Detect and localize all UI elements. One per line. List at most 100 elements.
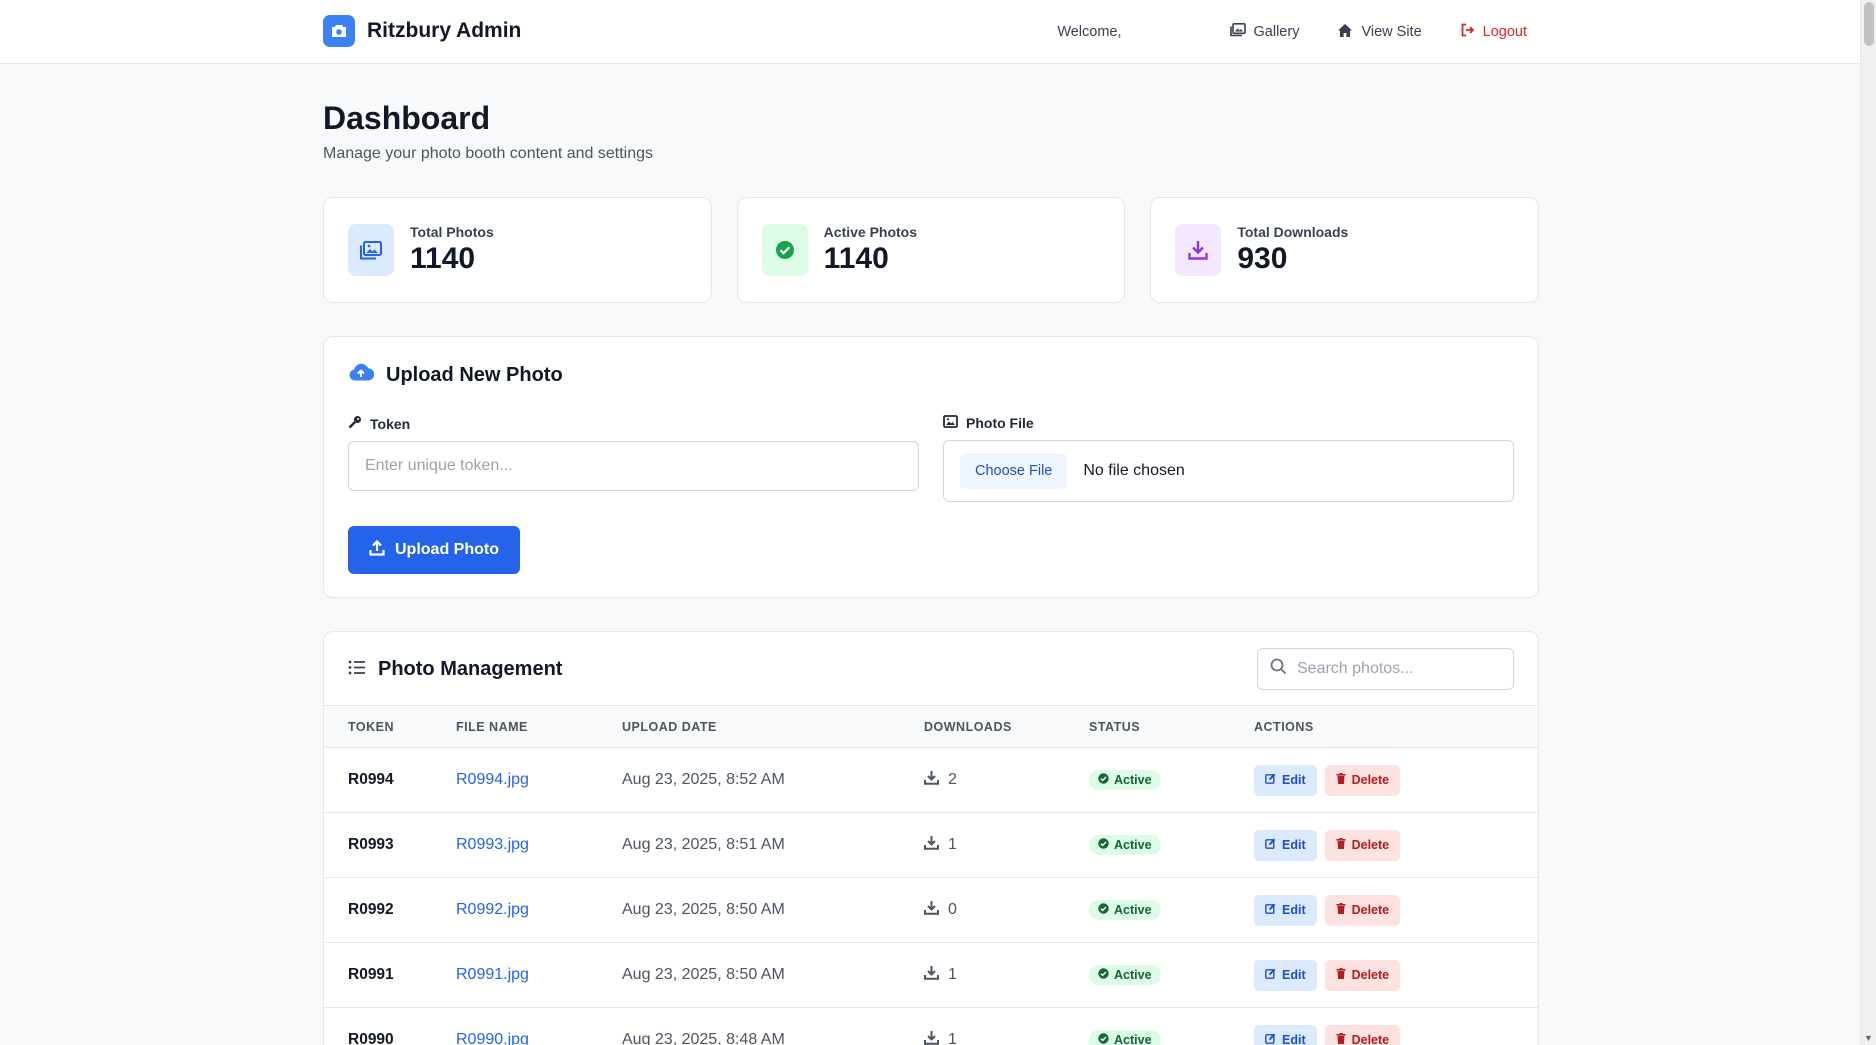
download-icon xyxy=(924,770,939,790)
upload-photo-button-label: Upload Photo xyxy=(395,541,499,559)
cell-file-name-link[interactable]: R0991.jpg xyxy=(456,966,622,984)
top-navbar: Ritzbury Admin Welcome, Gallery View Sit… xyxy=(0,0,1860,64)
download-icon xyxy=(924,900,939,920)
table-row: R0991R0991.jpgAug 23, 2025, 8:50 AM1Acti… xyxy=(324,943,1538,1008)
trash-icon xyxy=(1336,1033,1346,1045)
delete-button[interactable]: Delete xyxy=(1325,765,1401,796)
cell-actions: Edit Delete xyxy=(1254,1025,1538,1045)
delete-button[interactable]: Delete xyxy=(1325,895,1401,926)
file-status-text: No file chosen xyxy=(1083,462,1184,480)
edit-button[interactable]: Edit xyxy=(1254,765,1317,796)
column-header-upload-date[interactable]: UPLOAD DATE xyxy=(622,720,924,734)
token-field: Token xyxy=(348,415,919,491)
stat-card-total-downloads: Total Downloads 930 xyxy=(1150,197,1539,303)
cell-token: R0993 xyxy=(324,836,456,854)
cell-upload-date: Aug 23, 2025, 8:50 AM xyxy=(622,901,924,919)
stat-label: Active Photos xyxy=(824,224,917,240)
upload-card: Upload New Photo Token Photo File xyxy=(323,336,1539,598)
column-header-file-name[interactable]: FILE NAME xyxy=(456,720,622,734)
status-badge: Active xyxy=(1089,900,1161,920)
nav-view-site-label: View Site xyxy=(1361,24,1421,40)
cell-downloads: 1 xyxy=(924,835,1089,855)
photo-management-header: Photo Management xyxy=(324,632,1538,706)
edit-icon xyxy=(1265,1033,1276,1045)
nav-logout-link[interactable]: Logout xyxy=(1460,23,1527,41)
scroll-thumb[interactable] xyxy=(1864,2,1874,46)
stat-label: Total Photos xyxy=(410,224,494,240)
page-subtitle: Manage your photo booth content and sett… xyxy=(323,145,1539,163)
images-icon xyxy=(1230,23,1246,41)
status-badge-label: Active xyxy=(1114,1033,1152,1045)
stat-card-total-photos: Total Photos 1140 xyxy=(323,197,712,303)
image-icon xyxy=(943,415,958,431)
nav-gallery-label: Gallery xyxy=(1254,24,1300,40)
edit-button-label: Edit xyxy=(1282,773,1306,787)
cell-upload-date: Aug 23, 2025, 8:52 AM xyxy=(622,771,924,789)
table-row: R0993R0993.jpgAug 23, 2025, 8:51 AM1Acti… xyxy=(324,813,1538,878)
nav-view-site-link[interactable]: View Site xyxy=(1337,23,1421,42)
stat-value: 1140 xyxy=(410,242,494,276)
app-viewport: Ritzbury Admin Welcome, Gallery View Sit… xyxy=(0,0,1876,1045)
search-photos-input[interactable] xyxy=(1297,660,1497,678)
cell-file-name-link[interactable]: R0993.jpg xyxy=(456,836,622,854)
download-count: 2 xyxy=(948,771,957,789)
cell-downloads: 2 xyxy=(924,770,1089,790)
cell-downloads: 1 xyxy=(924,965,1089,985)
column-header-token[interactable]: TOKEN xyxy=(324,720,456,734)
token-label: Token xyxy=(348,415,919,432)
download-icon xyxy=(924,965,939,985)
edit-button[interactable]: Edit xyxy=(1254,830,1317,861)
delete-button[interactable]: Delete xyxy=(1325,1025,1401,1045)
welcome-text: Welcome, xyxy=(1057,24,1121,40)
cell-token: R0990 xyxy=(324,1031,456,1045)
edit-button-label: Edit xyxy=(1282,1033,1306,1045)
cell-file-name-link[interactable]: R0992.jpg xyxy=(456,901,622,919)
cell-upload-date: Aug 23, 2025, 8:51 AM xyxy=(622,836,924,854)
edit-icon xyxy=(1265,968,1276,982)
check-circle-icon xyxy=(1098,838,1109,852)
edit-icon xyxy=(1265,773,1276,787)
key-icon xyxy=(348,415,362,432)
cell-upload-date: Aug 23, 2025, 8:50 AM xyxy=(622,966,924,984)
column-header-downloads[interactable]: DOWNLOADS xyxy=(924,720,1089,734)
edit-button[interactable]: Edit xyxy=(1254,895,1317,926)
status-badge: Active xyxy=(1089,835,1161,855)
status-badge: Active xyxy=(1089,965,1161,985)
brand[interactable]: Ritzbury Admin xyxy=(323,15,521,47)
page-title: Dashboard xyxy=(323,100,1539,137)
column-header-status[interactable]: STATUS xyxy=(1089,720,1254,734)
file-input[interactable]: Choose File No file chosen xyxy=(943,440,1514,502)
photo-management-title: Photo Management xyxy=(348,658,562,681)
download-icon xyxy=(1175,224,1221,276)
cell-file-name-link[interactable]: R0994.jpg xyxy=(456,771,622,789)
edit-button[interactable]: Edit xyxy=(1254,1025,1317,1045)
search-photos-box[interactable] xyxy=(1257,648,1514,690)
cell-status: Active xyxy=(1089,965,1254,985)
delete-button[interactable]: Delete xyxy=(1325,830,1401,861)
cell-status: Active xyxy=(1089,1030,1254,1045)
token-input[interactable] xyxy=(348,441,919,491)
photo-file-label-text: Photo File xyxy=(966,415,1034,431)
cloud-upload-icon xyxy=(348,363,374,387)
nav-gallery-link[interactable]: Gallery xyxy=(1230,23,1300,41)
check-circle-icon xyxy=(1098,968,1109,982)
camera-icon xyxy=(323,15,355,47)
upload-icon xyxy=(369,540,385,561)
delete-button[interactable]: Delete xyxy=(1325,960,1401,991)
table-header: TOKEN FILE NAME UPLOAD DATE DOWNLOADS ST… xyxy=(324,706,1538,748)
status-badge-label: Active xyxy=(1114,903,1152,917)
check-circle-icon xyxy=(1098,903,1109,917)
download-icon xyxy=(924,1030,939,1045)
trash-icon xyxy=(1336,903,1346,917)
cell-status: Active xyxy=(1089,770,1254,790)
choose-file-button[interactable]: Choose File xyxy=(960,453,1067,489)
cell-actions: Edit Delete xyxy=(1254,960,1538,991)
page-scrollbar[interactable]: ▲ ▼ xyxy=(1860,0,1876,1045)
trash-icon xyxy=(1336,968,1346,982)
check-circle-icon xyxy=(1098,773,1109,787)
scroll-down-arrow-icon[interactable]: ▼ xyxy=(1864,1033,1873,1043)
edit-button[interactable]: Edit xyxy=(1254,960,1317,991)
upload-photo-button[interactable]: Upload Photo xyxy=(348,526,520,574)
cell-file-name-link[interactable]: R0990.jpg xyxy=(456,1031,622,1045)
table-row: R0990R0990.jpgAug 23, 2025, 8:48 AM1Acti… xyxy=(324,1008,1538,1045)
